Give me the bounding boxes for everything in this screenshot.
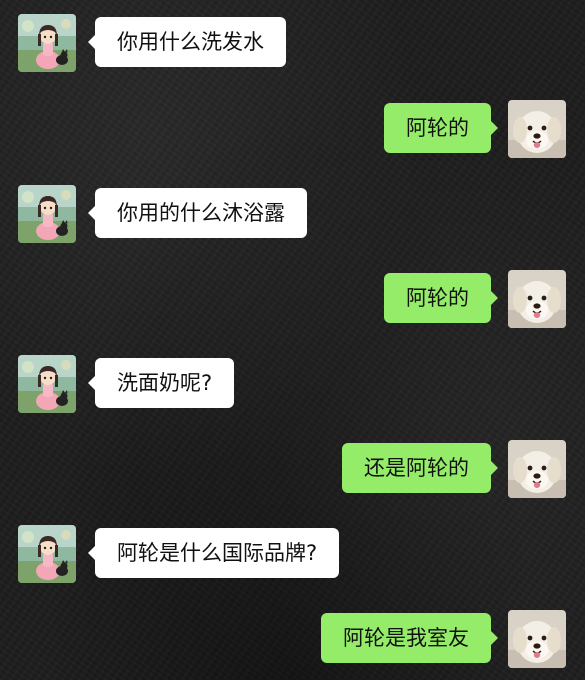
message-row: 阿轮是什么国际品牌? bbox=[0, 525, 585, 585]
girl-with-cat-avatar[interactable] bbox=[18, 355, 76, 413]
girl-with-cat-avatar[interactable] bbox=[18, 525, 76, 583]
outgoing-message-bubble[interactable]: 阿轮的 bbox=[384, 273, 491, 323]
chat-message-list[interactable]: 你用什么洗发水 阿轮的 你用的什么沐浴露 阿轮的 洗面奶呢? 还是阿轮的 阿轮是… bbox=[0, 0, 585, 680]
bubble-tail bbox=[490, 290, 498, 306]
message-row: 你用什么洗发水 bbox=[0, 14, 585, 74]
incoming-message-bubble[interactable]: 你用的什么沐浴露 bbox=[95, 188, 307, 238]
message-row: 你用的什么沐浴露 bbox=[0, 185, 585, 245]
girl-with-cat-avatar[interactable] bbox=[18, 14, 76, 72]
white-dog-avatar[interactable] bbox=[508, 270, 566, 328]
bubble-tail bbox=[490, 460, 498, 476]
incoming-message-bubble[interactable]: 阿轮是什么国际品牌? bbox=[95, 528, 340, 578]
message-row: 还是阿轮的 bbox=[0, 440, 585, 500]
message-row: 洗面奶呢? bbox=[0, 355, 585, 415]
message-row: 阿轮是我室友 bbox=[0, 610, 585, 670]
bubble-tail bbox=[490, 630, 498, 646]
outgoing-message-bubble[interactable]: 阿轮的 bbox=[384, 103, 491, 153]
white-dog-avatar[interactable] bbox=[508, 100, 566, 158]
bubble-tail bbox=[490, 120, 498, 136]
white-dog-avatar[interactable] bbox=[508, 440, 566, 498]
incoming-message-bubble[interactable]: 洗面奶呢? bbox=[95, 358, 235, 408]
white-dog-avatar[interactable] bbox=[508, 610, 566, 668]
message-row: 阿轮的 bbox=[0, 270, 585, 330]
outgoing-message-bubble[interactable]: 阿轮是我室友 bbox=[321, 613, 491, 663]
girl-with-cat-avatar[interactable] bbox=[18, 185, 76, 243]
incoming-message-bubble[interactable]: 你用什么洗发水 bbox=[95, 17, 286, 67]
message-row: 阿轮的 bbox=[0, 100, 585, 160]
outgoing-message-bubble[interactable]: 还是阿轮的 bbox=[342, 443, 491, 493]
